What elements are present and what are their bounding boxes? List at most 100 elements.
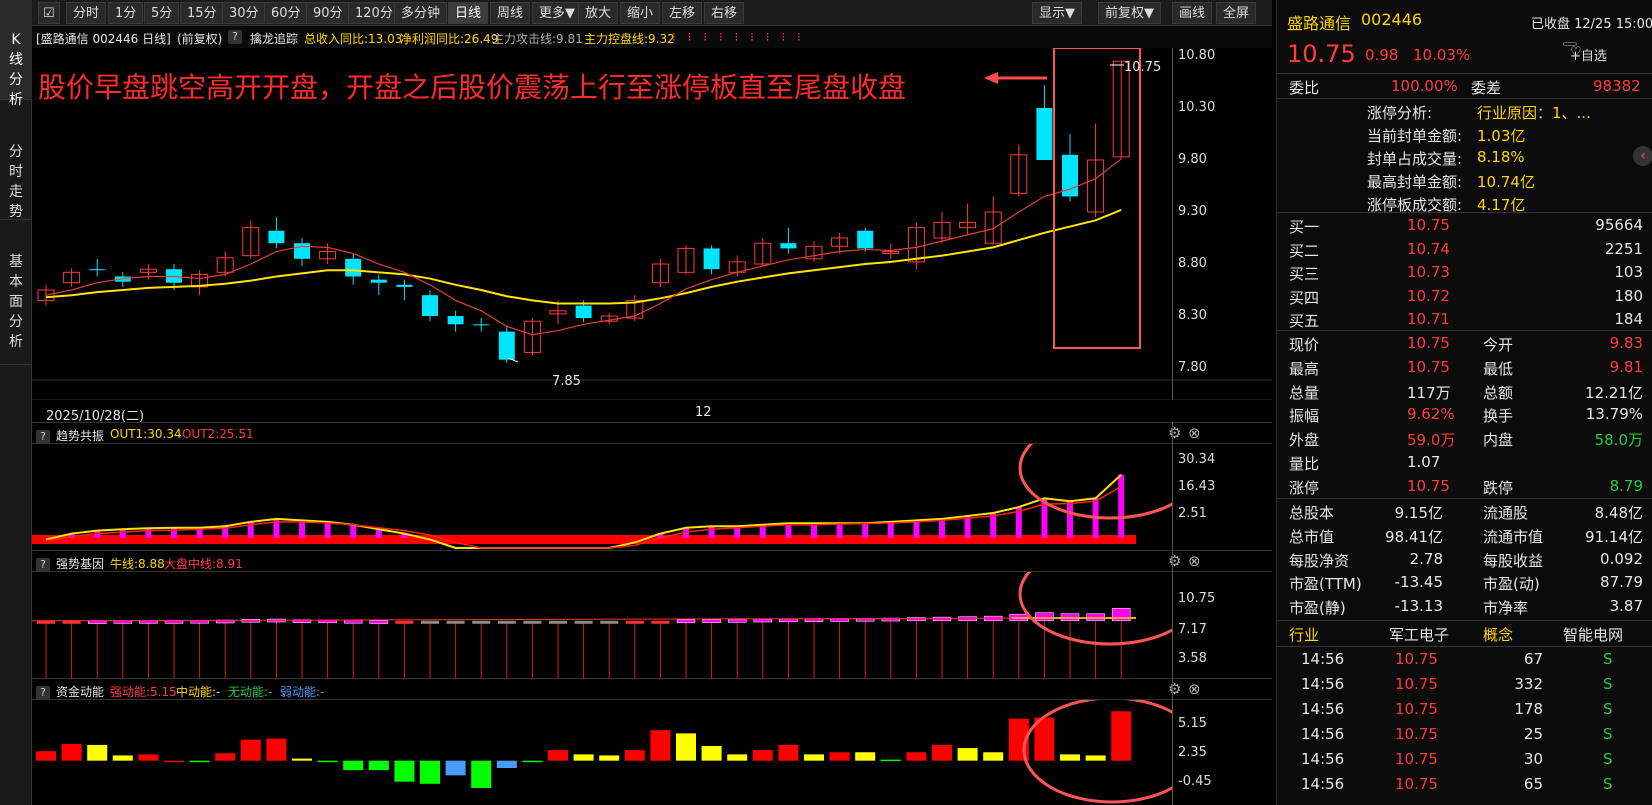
panel-strength-market: 大盘中线:8.91: [164, 557, 243, 571]
stat-value: 8.79: [1609, 476, 1643, 495]
trend-bar: [836, 523, 843, 538]
stat-label: 量比: [1289, 455, 1320, 473]
limit-up-label: 涨停分析:: [1367, 104, 1433, 122]
toolbar-button-11[interactable]: 更多▼: [532, 2, 582, 24]
tick-volume: 67: [1523, 650, 1543, 668]
stat-value: 10.75: [1407, 476, 1450, 495]
highlight-box: [1053, 48, 1141, 349]
close-icon[interactable]: ⊗: [1188, 680, 1201, 698]
bid-price: 10.72: [1407, 286, 1450, 305]
panel-axis-tick: 7.17: [1178, 622, 1207, 637]
add-watchlist-button[interactable]: ♡ +自选: [1563, 42, 1607, 64]
axis-divider: [1172, 422, 1173, 805]
fund-bar: [880, 759, 901, 762]
strength-bar: [241, 618, 261, 623]
close-icon[interactable]: ⊗: [1188, 552, 1201, 570]
limit-up-value: 1.03亿: [1477, 127, 1526, 145]
toolbar-button-8[interactable]: 多分钟: [394, 2, 448, 24]
fund-bar: [1111, 711, 1132, 761]
toolbar-button-0[interactable]: 分时: [66, 2, 107, 24]
fund-value: -13.45: [1394, 573, 1443, 592]
fund-bar: [932, 744, 952, 761]
toolbar-button-15[interactable]: 右移: [704, 2, 745, 24]
flag-markers: ⁝ ⁝ ⁝ ⁝ ⁝ ⁝ ⁝ ⁝ ⁝: [672, 30, 805, 44]
stat-label: 换手: [1483, 407, 1514, 426]
toolbar-right-button-3[interactable]: 全屏: [1216, 2, 1257, 24]
tick-side: S: [1603, 675, 1613, 693]
tick-side: S: [1603, 725, 1613, 743]
help-icon[interactable]: ?: [228, 29, 242, 44]
toolbar-right-button-0[interactable]: 显示▼: [1032, 2, 1082, 24]
panel-fund-name[interactable]: 资金动能: [56, 683, 104, 700]
bid-label: 买一: [1289, 218, 1320, 236]
fund-bar: [727, 754, 748, 761]
stock-name: 盛路通信: [1287, 14, 1352, 33]
toolbar-button-6[interactable]: 90分: [306, 2, 350, 24]
trend-bar: [350, 524, 357, 538]
fund-bar: [599, 755, 620, 761]
bid-label: 买二: [1289, 241, 1320, 260]
candle-body: [345, 258, 362, 277]
annotation-arrow-head: [984, 72, 998, 84]
trend-bar: [145, 528, 152, 538]
fund-label: 每股收益: [1483, 551, 1544, 570]
toolbar-button-10[interactable]: 周线: [490, 2, 531, 24]
y-axis-tick: 8.30: [1178, 308, 1207, 323]
panel-fund-weak: 弱动能:-: [280, 685, 325, 699]
panel-strength-name[interactable]: 强势基因: [56, 555, 104, 572]
toolbar-button-13[interactable]: 缩小: [620, 2, 661, 24]
fund-label: 市净率: [1483, 599, 1529, 618]
tick-price: 10.75: [1395, 675, 1438, 693]
gear-icon[interactable]: ⚙: [1168, 552, 1181, 570]
panel-trend-chart[interactable]: [32, 444, 1172, 550]
toolbar-button-4[interactable]: 30分: [222, 2, 266, 24]
bid-label: 买四: [1289, 288, 1320, 307]
tab-intraday-label: 分时走势: [9, 144, 23, 220]
close-icon[interactable]: ⊗: [1188, 424, 1201, 442]
stat-label: 今开: [1483, 336, 1514, 354]
limit-up-value[interactable]: 行业原因：1、...: [1477, 102, 1591, 123]
toolbar-right-button-2[interactable]: 画线: [1172, 2, 1213, 24]
stat-value: 59.0万: [1407, 431, 1456, 450]
fund-value: 8.48亿: [1594, 504, 1643, 522]
tab-intraday[interactable]: 分时走势: [0, 120, 32, 220]
tab-fundamental-label: 基本面分析: [9, 254, 23, 350]
concept-label: 概念: [1483, 626, 1514, 644]
fund-bar: [983, 752, 1004, 761]
tick-volume: 178: [1514, 700, 1543, 718]
panel-axis-tick: -0.45: [1178, 774, 1212, 789]
checkbox-icon[interactable]: ☑: [38, 2, 60, 24]
gear-icon[interactable]: ⚙: [1168, 680, 1181, 698]
collapse-arrow-icon[interactable]: ‹: [1633, 146, 1652, 166]
panel-fund-chart[interactable]: [32, 700, 1172, 805]
fund-bar: [420, 760, 440, 784]
toolbar-button-12[interactable]: 放大: [578, 2, 619, 24]
limit-up-value: 10.74亿: [1477, 173, 1535, 191]
tick-volume: 30: [1523, 750, 1543, 768]
toolbar-button-14[interactable]: 左移: [662, 2, 703, 24]
toolbar-button-7[interactable]: 120分: [348, 2, 400, 24]
stat-label: 总额: [1483, 383, 1514, 402]
toolbar-button-3[interactable]: 15分: [180, 2, 224, 24]
tab-fundamental[interactable]: 基本面分析: [0, 240, 32, 365]
panel-strength-chart[interactable]: [32, 572, 1172, 678]
toolbar-right-button-1[interactable]: 前复权▼: [1098, 2, 1161, 24]
industry-value[interactable]: 军工电子: [1389, 624, 1449, 645]
toolbar-button-2[interactable]: 5分: [144, 2, 180, 24]
indicator-name[interactable]: 擒龙追踪: [250, 30, 298, 47]
toolbar-button-1[interactable]: 1分: [108, 2, 144, 24]
stat-value: 9.62%: [1407, 405, 1455, 424]
panel-trend-name[interactable]: 趋势共振: [56, 427, 104, 444]
toolbar-button-5[interactable]: 60分: [264, 2, 308, 24]
panel-axis-tick: 2.51: [1178, 506, 1207, 521]
tab-kline[interactable]: K线分析: [0, 0, 32, 108]
stat-label: 现价: [1289, 336, 1320, 354]
trend-bar: [324, 521, 331, 538]
candle-body: [473, 324, 490, 326]
strength-bar: [932, 616, 952, 622]
gear-icon[interactable]: ⚙: [1168, 424, 1181, 442]
fund-bar: [87, 744, 108, 761]
toolbar-button-9[interactable]: 日线: [448, 2, 489, 24]
concept-value[interactable]: 智能电网: [1563, 624, 1623, 645]
candle-body: [780, 243, 797, 249]
